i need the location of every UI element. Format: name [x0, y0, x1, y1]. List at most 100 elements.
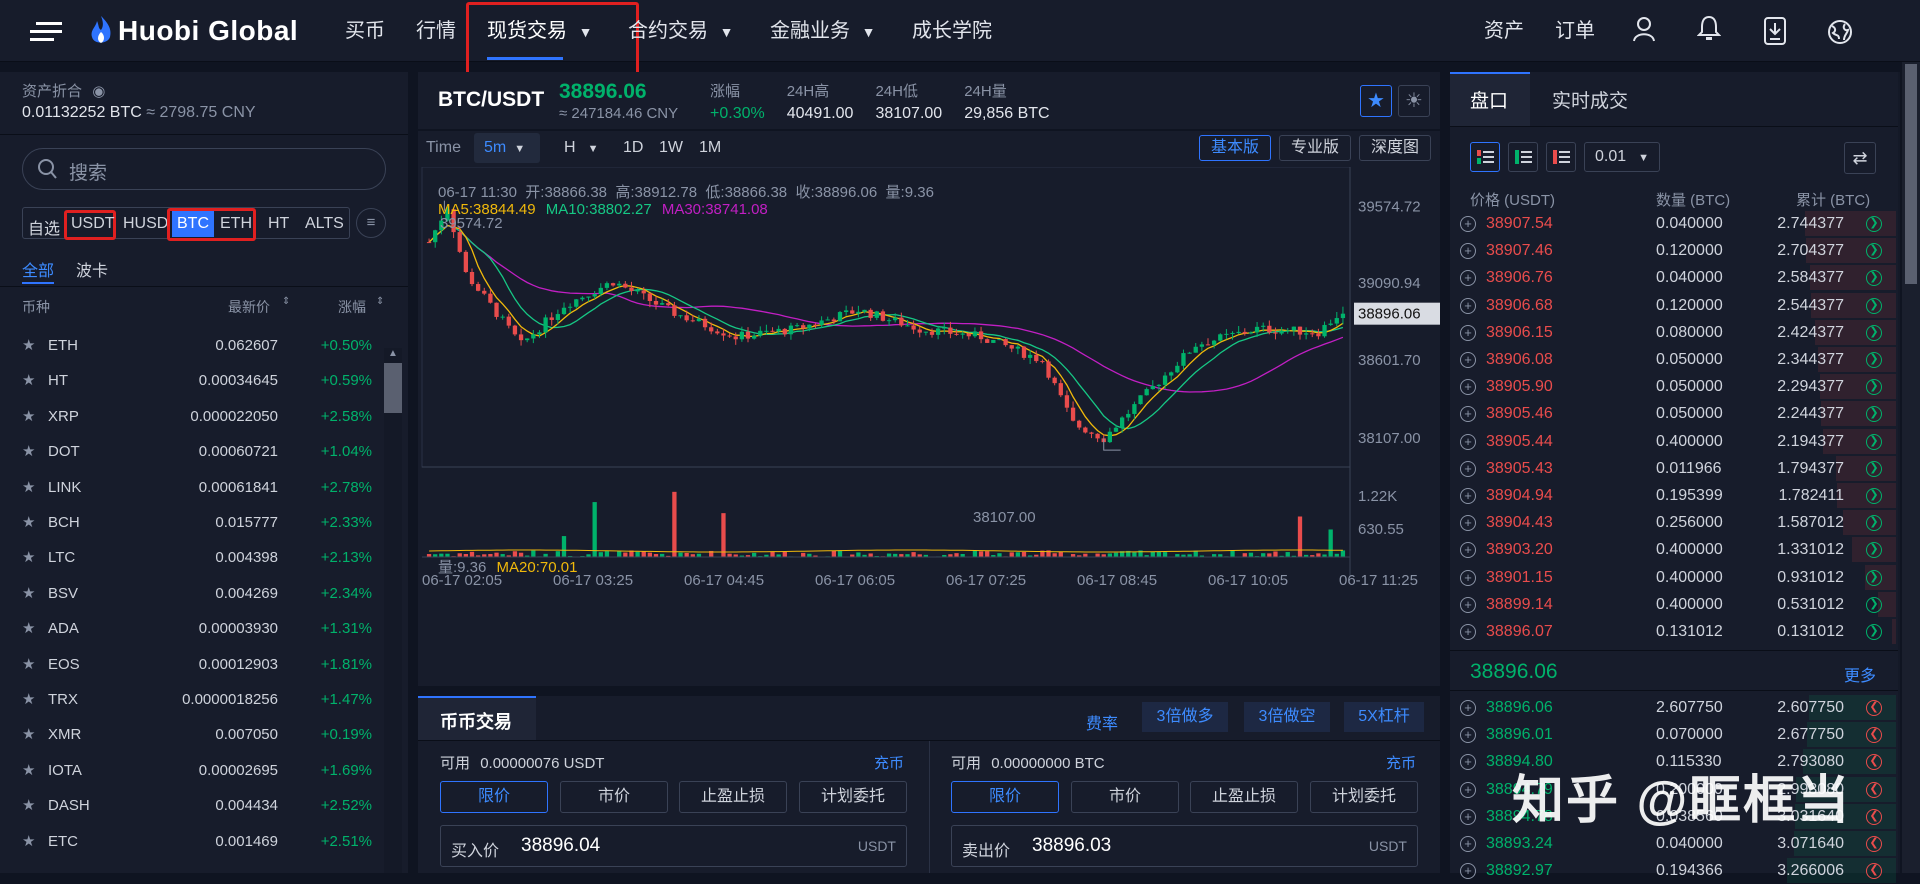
- favorite-star-button[interactable]: ★: [1360, 85, 1392, 117]
- star-icon[interactable]: ★: [22, 824, 35, 860]
- order-arrow-icon[interactable]: ❮: [1866, 836, 1882, 852]
- order-arrow-icon[interactable]: ❯: [1866, 434, 1882, 450]
- scroll-thumb[interactable]: [384, 363, 402, 413]
- book-view-both-icon[interactable]: [1470, 142, 1500, 172]
- ask-row[interactable]: + 38907.46 0.120000 2.704377 ❯: [1450, 237, 1896, 264]
- tab-orderbook[interactable]: 盘口: [1470, 86, 1508, 113]
- theme-sun-icon[interactable]: ☀: [1398, 85, 1430, 117]
- plus-circle-icon[interactable]: +: [1460, 243, 1476, 259]
- plus-circle-icon[interactable]: +: [1460, 298, 1476, 314]
- tab-alts[interactable]: ALTS: [305, 215, 344, 233]
- precision-select[interactable]: 0.01▼: [1584, 142, 1660, 172]
- plus-circle-icon[interactable]: +: [1460, 863, 1476, 879]
- coin-row[interactable]: ★ LINK 0.00061841 +2.78%: [0, 470, 380, 506]
- sell-price-field[interactable]: 卖出价 38896.03 USDT: [951, 825, 1418, 867]
- plus-circle-icon[interactable]: +: [1460, 624, 1476, 640]
- nav-markets[interactable]: 行情: [416, 0, 456, 62]
- view-pro-button[interactable]: 专业版: [1279, 135, 1351, 161]
- col-header-price[interactable]: 最新价: [228, 297, 270, 317]
- plus-circle-icon[interactable]: +: [1460, 542, 1476, 558]
- ask-row[interactable]: + 38906.08 0.050000 2.344377 ❯: [1450, 346, 1896, 373]
- plus-circle-icon[interactable]: +: [1460, 488, 1476, 504]
- order-arrow-icon[interactable]: ❯: [1866, 352, 1882, 368]
- candlestick-chart[interactable]: 39574.7239090.9438896.0638601.7038107.00…: [418, 167, 1440, 686]
- ask-row[interactable]: + 38896.07 0.131012 0.131012 ❯: [1450, 618, 1896, 645]
- plus-circle-icon[interactable]: +: [1460, 836, 1476, 852]
- plus-circle-icon[interactable]: +: [1460, 461, 1476, 477]
- coin-row[interactable]: ★ BSV 0.004269 +2.34%: [0, 576, 380, 612]
- bid-row[interactable]: + 38896.06 2.607750 2.607750 ❮: [1450, 694, 1896, 721]
- nav-futures[interactable]: 合约交易 ▼: [628, 0, 733, 62]
- buy-type-stop[interactable]: 止盈止损: [679, 781, 787, 813]
- bid-row[interactable]: + 38893.24 0.040000 3.071640 ❮: [1450, 830, 1896, 857]
- coin-row[interactable]: ★ XMR 0.007050 +0.19%: [0, 717, 380, 753]
- ask-row[interactable]: + 38903.20 0.400000 1.331012 ❯: [1450, 536, 1896, 563]
- scroll-up-icon[interactable]: ▲: [384, 348, 402, 359]
- plus-circle-icon[interactable]: +: [1460, 754, 1476, 770]
- interval-hour[interactable]: H▼: [564, 139, 598, 157]
- star-icon[interactable]: ★: [22, 363, 35, 399]
- buy-type-market[interactable]: 市价: [560, 781, 668, 813]
- book-view-bids-icon[interactable]: [1508, 142, 1538, 172]
- ask-row[interactable]: + 38905.43 0.011966 1.794377 ❯: [1450, 455, 1896, 482]
- coin-row[interactable]: ★ BCH 0.015777 +2.33%: [0, 505, 380, 541]
- plus-circle-icon[interactable]: +: [1460, 406, 1476, 422]
- col-header-change[interactable]: 涨幅: [338, 297, 366, 317]
- ask-row[interactable]: + 38906.15 0.080000 2.424377 ❯: [1450, 319, 1896, 346]
- plus-circle-icon[interactable]: +: [1460, 727, 1476, 743]
- nav-orders[interactable]: 订单: [1555, 0, 1595, 62]
- ask-row[interactable]: + 38905.44 0.400000 2.194377 ❯: [1450, 428, 1896, 455]
- order-arrow-icon[interactable]: ❯: [1866, 325, 1882, 341]
- coin-row[interactable]: ★ ETC 0.001469 +2.51%: [0, 824, 380, 860]
- buy-deposit-link[interactable]: 充币: [874, 752, 904, 773]
- star-icon[interactable]: ★: [22, 753, 35, 789]
- plus-circle-icon[interactable]: +: [1460, 379, 1476, 395]
- ask-row[interactable]: + 38906.76 0.040000 2.584377 ❯: [1450, 264, 1896, 291]
- user-icon[interactable]: [1632, 16, 1656, 46]
- star-icon[interactable]: ★: [22, 470, 35, 506]
- order-arrow-icon[interactable]: ❯: [1866, 624, 1882, 640]
- plus-circle-icon[interactable]: +: [1460, 352, 1476, 368]
- sell-type-trigger[interactable]: 计划委托: [1310, 781, 1418, 813]
- page-scroll-thumb[interactable]: [1905, 64, 1917, 284]
- sell-deposit-link[interactable]: 充币: [1386, 752, 1416, 773]
- buy-price-input[interactable]: 38896.04: [521, 835, 600, 857]
- nav-assets[interactable]: 资产: [1484, 0, 1524, 62]
- order-arrow-icon[interactable]: ❯: [1866, 570, 1882, 586]
- star-icon[interactable]: ★: [22, 399, 35, 435]
- sell-type-market[interactable]: 市价: [1071, 781, 1179, 813]
- nav-spot-trading[interactable]: 现货交易 ▼: [487, 0, 592, 62]
- view-basic-button[interactable]: 基本版: [1199, 135, 1271, 161]
- ask-row[interactable]: + 38901.15 0.400000 0.931012 ❯: [1450, 564, 1896, 591]
- tab-usdt[interactable]: USDT: [71, 215, 115, 233]
- nav-academy[interactable]: 成长学院: [912, 0, 992, 62]
- plus-circle-icon[interactable]: +: [1460, 597, 1476, 613]
- plus-circle-icon[interactable]: +: [1460, 434, 1476, 450]
- ask-row[interactable]: + 38906.68 0.120000 2.544377 ❯: [1450, 292, 1896, 319]
- interval-1m[interactable]: 1M: [699, 139, 721, 157]
- plus-circle-icon[interactable]: +: [1460, 570, 1476, 586]
- interval-1w[interactable]: 1W: [659, 139, 683, 157]
- bid-row[interactable]: + 38892.97 0.194366 3.266006 ❮: [1450, 857, 1896, 884]
- search-box[interactable]: 搜索: [22, 148, 386, 190]
- star-icon[interactable]: ★: [22, 434, 35, 470]
- ask-row[interactable]: + 38905.46 0.050000 2.244377 ❯: [1450, 400, 1896, 427]
- short-3x-button[interactable]: 3倍做空: [1244, 702, 1330, 732]
- buy-price-field[interactable]: 买入价 38896.04 USDT: [440, 825, 907, 867]
- nav-buy-crypto[interactable]: 买币: [345, 0, 385, 62]
- coin-row[interactable]: ★ DASH 0.004434 +2.52%: [0, 788, 380, 824]
- ask-row[interactable]: + 38904.43 0.256000 1.587012 ❯: [1450, 509, 1896, 536]
- fee-link[interactable]: 费率: [1086, 710, 1118, 734]
- star-icon[interactable]: ★: [22, 576, 35, 612]
- sell-price-input[interactable]: 38896.03: [1032, 835, 1111, 857]
- order-arrow-icon[interactable]: ❯: [1866, 597, 1882, 613]
- coin-row[interactable]: ★ XRP 0.000022050 +2.58%: [0, 399, 380, 435]
- subtab-polkadot[interactable]: 波卡: [76, 257, 108, 281]
- plus-circle-icon[interactable]: +: [1460, 325, 1476, 341]
- download-icon[interactable]: [1764, 17, 1786, 49]
- filter-icon[interactable]: ≡: [356, 208, 386, 238]
- tab-btc[interactable]: BTC: [172, 211, 214, 237]
- interval-1d[interactable]: 1D: [623, 139, 643, 157]
- plus-circle-icon[interactable]: +: [1460, 216, 1476, 232]
- star-icon[interactable]: ★: [22, 647, 35, 683]
